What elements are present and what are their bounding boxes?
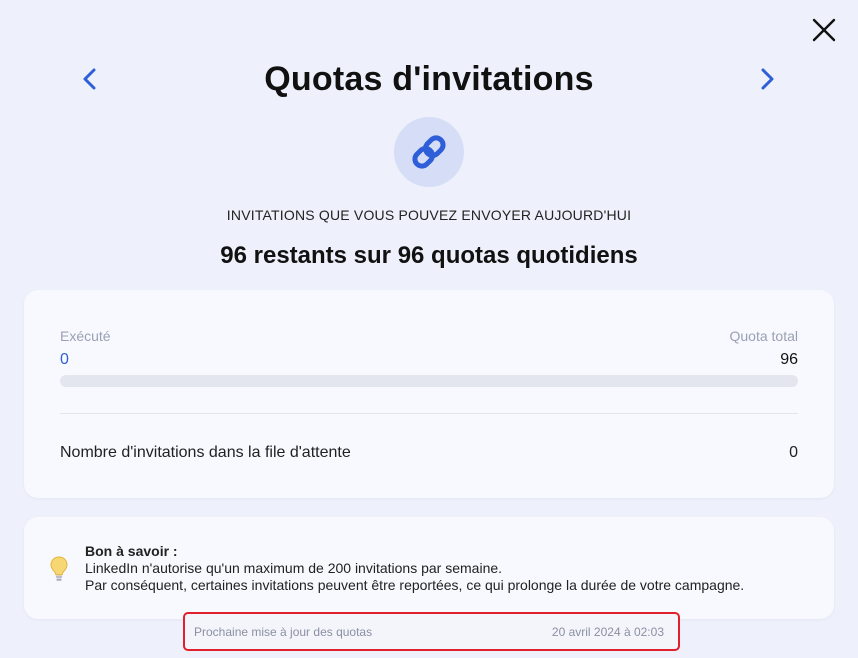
next-button[interactable] (755, 66, 779, 92)
quota-progress-bar (60, 375, 798, 387)
total-quota-label: Quota total (729, 328, 799, 344)
quota-headline: 96 restants sur 96 quotas quotidiens (220, 242, 638, 269)
link-icon-badge (394, 117, 464, 187)
executed-value: 0 (60, 351, 69, 368)
modal-title: Quotas d'invitations (264, 60, 594, 98)
info-text: Bon à savoir : LinkedIn n'autorise qu'un… (85, 543, 814, 594)
info-line-2: Par conséquent, certaines invitations pe… (85, 577, 745, 593)
quota-values: 0 96 (60, 351, 798, 369)
lightbulb-icon (50, 556, 68, 581)
next-update-label: Prochaine mise à jour des quotas (194, 624, 373, 639)
close-icon (812, 18, 836, 42)
executed-label: Exécuté (60, 328, 111, 344)
next-update-value: 20 avril 2024 à 02:03 (551, 624, 664, 639)
queue-value: 0 (789, 444, 798, 461)
total-quota-value: 96 (780, 351, 798, 368)
chevron-right-icon (761, 68, 774, 90)
queue-label: Nombre d'invitations dans la file d'atte… (60, 444, 351, 461)
info-card: Bon à savoir : LinkedIn n'autorise qu'un… (24, 517, 834, 619)
quota-card: Exécuté Quota total 0 96 Nombre d'invita… (24, 290, 834, 498)
divider (60, 413, 798, 414)
close-button[interactable] (810, 16, 838, 44)
info-line-1: LinkedIn n'autorise qu'un maximum de 200… (85, 560, 503, 576)
link-icon (412, 135, 446, 169)
info-title: Bon à savoir : (85, 543, 178, 559)
queue-row: Nombre d'invitations dans la file d'atte… (60, 444, 798, 462)
quota-labels: Exécuté Quota total (60, 328, 798, 344)
quota-modal: Quotas d'invitations INVITATIONS QUE VOU… (0, 0, 858, 658)
quota-subtitle: INVITATIONS QUE VOUS POUVEZ ENVOYER AUJO… (226, 207, 632, 223)
next-update-row: Prochaine mise à jour des quotas 20 avri… (183, 612, 680, 651)
